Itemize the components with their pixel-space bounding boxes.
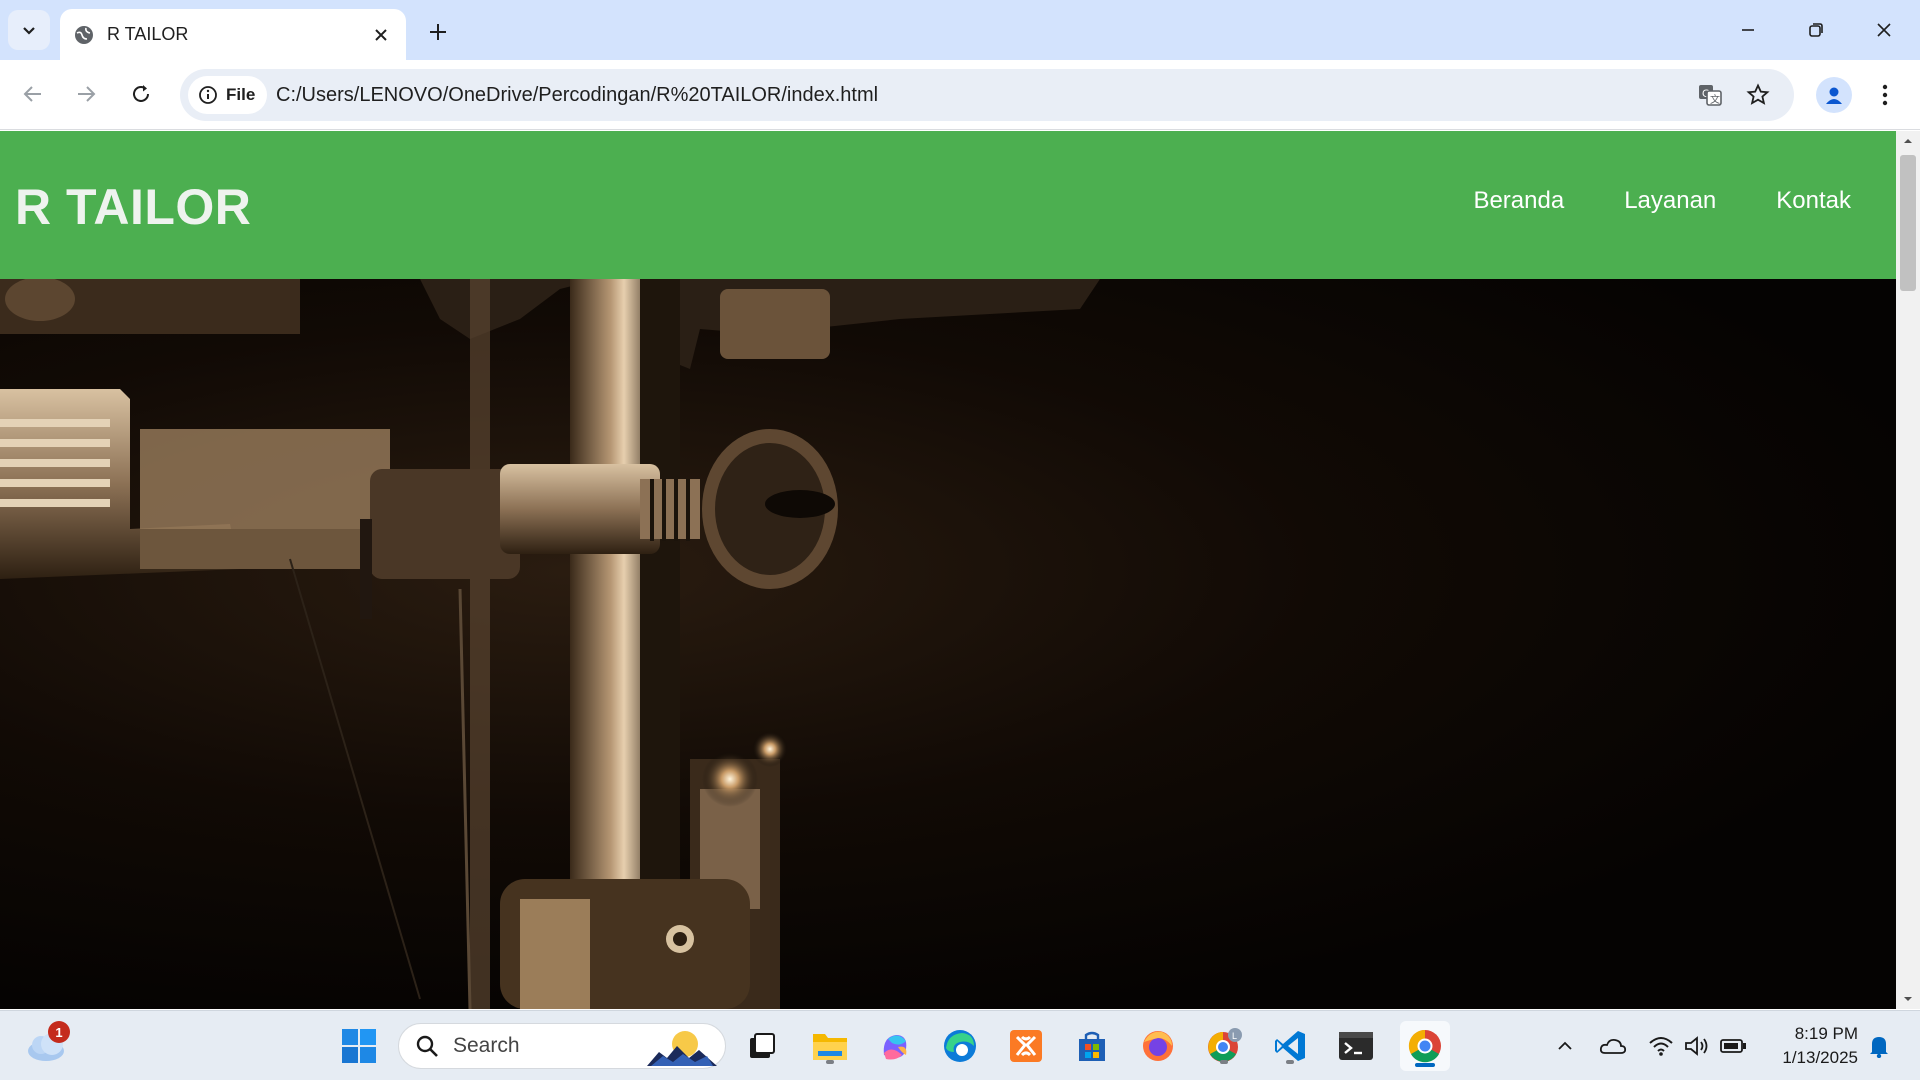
search-icon: [416, 1035, 438, 1057]
scroll-up-icon[interactable]: [1902, 135, 1914, 147]
copilot-icon[interactable]: [873, 1024, 917, 1068]
hero-image-sewing-machine: [0, 279, 1896, 1009]
reload-button[interactable]: [121, 74, 161, 114]
file-explorer-icon[interactable]: [808, 1024, 852, 1068]
nav-link-beranda[interactable]: Beranda: [1473, 187, 1564, 215]
menu-button[interactable]: [1870, 77, 1900, 113]
edge-icon[interactable]: [938, 1024, 982, 1068]
restore-button[interactable]: [1782, 0, 1850, 60]
site-info-label: File: [226, 85, 256, 104]
xampp-icon[interactable]: [1004, 1024, 1048, 1068]
windows-taskbar: 1 Search L 8:19 PM 1/13/2025: [0, 1010, 1920, 1080]
active-indicator: [1415, 1063, 1435, 1067]
task-view-icon[interactable]: [740, 1024, 784, 1068]
search-label: Search: [453, 1034, 520, 1057]
address-bar[interactable]: File C:/Users/LENOVO/OneDrive/Percodinga…: [180, 69, 1794, 121]
site-logo[interactable]: R TAILOR: [15, 178, 251, 236]
site-header: R TAILOR Beranda Layanan Kontak: [0, 131, 1896, 279]
notification-bell-icon[interactable]: [1864, 1031, 1894, 1061]
arrow-left-icon: [23, 86, 41, 102]
browser-toolbar: File C:/Users/LENOVO/OneDrive/Percodinga…: [0, 60, 1920, 130]
bookmark-star-icon[interactable]: [1744, 81, 1772, 109]
more-vertical-icon: [1882, 84, 1888, 106]
new-tab-button[interactable]: [420, 14, 456, 50]
page-viewport: R TAILOR Beranda Layanan Kontak: [0, 131, 1896, 1009]
close-icon: [1877, 23, 1891, 37]
terminal-icon[interactable]: [1334, 1024, 1378, 1068]
windows-start-icon: [342, 1029, 376, 1063]
weather-widget[interactable]: 1: [24, 1021, 74, 1069]
restore-icon: [1809, 23, 1823, 37]
translate-icon[interactable]: G文: [1696, 81, 1724, 109]
running-indicator: [1286, 1060, 1294, 1064]
chrome-profile-icon[interactable]: L: [1202, 1024, 1246, 1068]
scroll-down-icon[interactable]: [1902, 993, 1914, 1005]
wifi-icon[interactable]: [1646, 1031, 1676, 1061]
taskbar-search[interactable]: Search: [398, 1023, 726, 1069]
firefox-icon[interactable]: [1136, 1024, 1180, 1068]
tab-close-icon[interactable]: [368, 22, 394, 48]
nav-link-layanan[interactable]: Layanan: [1624, 187, 1716, 215]
scrollbar-thumb[interactable]: [1900, 155, 1916, 291]
tab-title: R TAILOR: [107, 24, 189, 44]
tab-search-button[interactable]: [8, 10, 50, 50]
system-clock[interactable]: 8:19 PM 1/13/2025: [1762, 1022, 1858, 1070]
svg-text:文: 文: [1710, 93, 1720, 106]
chrome-icon[interactable]: [1400, 1021, 1450, 1071]
search-highlight-icon: [647, 1031, 717, 1066]
running-indicator: [826, 1060, 834, 1064]
nav-link-kontak[interactable]: Kontak: [1776, 187, 1851, 215]
forward-button[interactable]: [66, 74, 106, 114]
back-button[interactable]: [13, 74, 53, 114]
profile-avatar[interactable]: [1816, 77, 1852, 113]
svg-text:L: L: [1232, 1031, 1237, 1041]
microsoft-store-icon[interactable]: [1070, 1024, 1114, 1068]
globe-icon: [73, 24, 95, 46]
clock-time: 8:19 PM: [1794, 1024, 1858, 1043]
minimize-button[interactable]: [1714, 0, 1782, 60]
plus-icon: [430, 24, 446, 40]
page-scrollbar[interactable]: [1896, 131, 1920, 1009]
person-icon: [1826, 87, 1842, 104]
volume-icon[interactable]: [1682, 1031, 1712, 1061]
battery-icon[interactable]: [1718, 1031, 1748, 1061]
close-window-button[interactable]: [1850, 0, 1918, 60]
browser-tab[interactable]: R TAILOR: [60, 9, 406, 60]
tab-strip: R TAILOR: [0, 0, 1920, 60]
info-icon: [199, 86, 217, 104]
site-nav: Beranda Layanan Kontak: [1473, 187, 1851, 215]
chevron-up-icon[interactable]: [1550, 1031, 1580, 1061]
start-button[interactable]: [337, 1024, 381, 1068]
url-text[interactable]: C:/Users/LENOVO/OneDrive/Percodingan/R%2…: [276, 69, 878, 121]
reload-icon: [133, 85, 149, 102]
running-indicator: [1220, 1060, 1228, 1064]
site-info-chip[interactable]: File: [188, 76, 268, 114]
arrow-right-icon: [78, 86, 96, 102]
clock-date: 1/13/2025: [1782, 1048, 1858, 1067]
onedrive-cloud-icon[interactable]: [1598, 1031, 1628, 1061]
chevron-down-icon: [23, 27, 35, 35]
notification-badge: 1: [48, 1021, 70, 1043]
minimize-icon: [1742, 29, 1754, 31]
sewing-machine-illustration: [0, 279, 1100, 1009]
vscode-icon[interactable]: [1268, 1024, 1312, 1068]
